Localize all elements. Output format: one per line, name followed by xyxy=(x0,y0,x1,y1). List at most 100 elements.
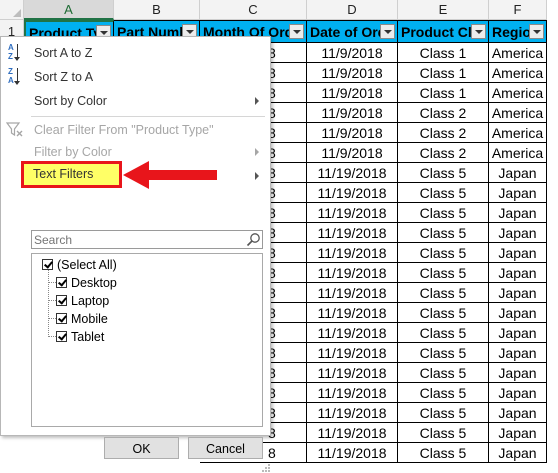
header-label: Product Cla xyxy=(401,24,480,40)
header-product-class[interactable]: Product Cla xyxy=(398,20,489,43)
column-letter-d[interactable]: D xyxy=(307,0,398,20)
cell-region[interactable]: Japan xyxy=(489,243,547,263)
cell-date-of-order[interactable]: 11/19/2018 xyxy=(307,203,398,223)
checkbox[interactable] xyxy=(56,331,67,342)
cell-date-of-order[interactable]: 11/19/2018 xyxy=(307,323,398,343)
sort-by-color-item[interactable]: Sort by Color xyxy=(1,89,269,113)
tree-guide xyxy=(48,300,56,301)
sort-z-to-a-item[interactable]: Z A Sort Z to A xyxy=(1,65,269,89)
cell-product-class[interactable]: Class 1 xyxy=(398,83,489,103)
clear-filter-icon xyxy=(5,122,24,138)
column-letter-b[interactable]: B xyxy=(114,0,200,20)
cell-date-of-order[interactable]: 11/9/2018 xyxy=(307,103,398,123)
column-letter-e[interactable]: E xyxy=(398,0,489,20)
cell-product-class[interactable]: Class 5 xyxy=(398,383,489,403)
cell-region[interactable]: Japan xyxy=(489,163,547,183)
cell-region[interactable]: Japan xyxy=(489,343,547,363)
cell-region[interactable]: Japan xyxy=(489,183,547,203)
search-field[interactable] xyxy=(31,230,263,249)
cell-product-class[interactable]: Class 1 xyxy=(398,63,489,83)
column-letter-c[interactable]: C xyxy=(200,0,307,20)
cell-date-of-order[interactable]: 11/19/2018 xyxy=(307,303,398,323)
filter-dropdown-button[interactable] xyxy=(380,24,395,39)
cell-date-of-order[interactable]: 11/9/2018 xyxy=(307,43,398,63)
cell-region[interactable]: Japan xyxy=(489,283,547,303)
cell-region[interactable]: America xyxy=(489,83,547,103)
cell-region[interactable]: America xyxy=(489,43,547,63)
cell-product-class[interactable]: Class 5 xyxy=(398,223,489,243)
cell-date-of-order[interactable]: 11/19/2018 xyxy=(307,403,398,423)
cell-region[interactable]: Japan xyxy=(489,323,547,343)
filter-value-label: Desktop xyxy=(71,276,117,290)
cell-product-class[interactable]: Class 5 xyxy=(398,263,489,283)
search-input[interactable] xyxy=(34,232,234,247)
cell-date-of-order[interactable]: 11/19/2018 xyxy=(307,283,398,303)
header-date-of-order[interactable]: Date of Ord xyxy=(307,20,398,43)
cell-product-class[interactable]: Class 5 xyxy=(398,203,489,223)
cell-region[interactable]: Japan xyxy=(489,363,547,383)
cell-date-of-order[interactable]: 11/19/2018 xyxy=(307,423,398,443)
checkbox[interactable] xyxy=(42,259,53,270)
checkbox[interactable] xyxy=(56,277,67,288)
cell-region[interactable]: Japan xyxy=(489,263,547,283)
cell-region[interactable]: America xyxy=(489,143,547,163)
cell-product-class[interactable]: Class 5 xyxy=(398,323,489,343)
ok-button[interactable]: OK xyxy=(104,437,179,459)
cell-region[interactable]: Japan xyxy=(489,403,547,423)
cell-product-class[interactable]: Class 5 xyxy=(398,283,489,303)
filter-dropdown-button[interactable] xyxy=(529,24,544,39)
cell-product-class[interactable]: Class 1 xyxy=(398,43,489,63)
cell-product-class[interactable]: Class 5 xyxy=(398,443,489,463)
cell-date-of-order[interactable]: 11/9/2018 xyxy=(307,63,398,83)
cell-date-of-order[interactable]: 11/19/2018 xyxy=(307,443,398,463)
cell-region[interactable]: Japan xyxy=(489,423,547,443)
cell-region[interactable]: America xyxy=(489,123,547,143)
text-filters-highlight[interactable]: Text Filters xyxy=(21,161,122,188)
cell-region[interactable]: America xyxy=(489,63,547,83)
clear-filter-item: Clear Filter From "Product Type" xyxy=(1,118,269,142)
cell-product-class[interactable]: Class 5 xyxy=(398,183,489,203)
cell-product-class[interactable]: Class 2 xyxy=(398,123,489,143)
annotation-arrow-icon xyxy=(123,161,217,189)
cell-date-of-order[interactable]: 11/19/2018 xyxy=(307,183,398,203)
resize-grip-icon[interactable] xyxy=(261,463,271,473)
cell-product-class[interactable]: Class 5 xyxy=(398,423,489,443)
cell-product-class[interactable]: Class 5 xyxy=(398,403,489,423)
cell-product-class[interactable]: Class 5 xyxy=(398,343,489,363)
cell-date-of-order[interactable]: 11/9/2018 xyxy=(307,143,398,163)
column-letter-a[interactable]: A xyxy=(24,0,114,20)
menu-label: Sort by Color xyxy=(34,94,107,108)
filter-values-list: (Select All) Desktop Laptop Mobile Table… xyxy=(31,253,263,427)
cell-region[interactable]: America xyxy=(489,103,547,123)
cell-region[interactable]: Japan xyxy=(489,383,547,403)
filter-dropdown-button[interactable] xyxy=(289,24,304,39)
cell-product-class[interactable]: Class 2 xyxy=(398,143,489,163)
cell-date-of-order[interactable]: 11/9/2018 xyxy=(307,83,398,103)
cell-product-class[interactable]: Class 5 xyxy=(398,163,489,183)
cancel-button[interactable]: Cancel xyxy=(188,437,263,459)
cell-date-of-order[interactable]: 11/19/2018 xyxy=(307,363,398,383)
cell-date-of-order[interactable]: 11/19/2018 xyxy=(307,263,398,283)
autofilter-dropdown: A Z Sort A to Z Z A Sort Z to A Sort by … xyxy=(0,36,271,472)
cell-date-of-order[interactable]: 11/19/2018 xyxy=(307,163,398,183)
cell-date-of-order[interactable]: 11/19/2018 xyxy=(307,343,398,363)
cell-product-class[interactable]: Class 5 xyxy=(398,303,489,323)
sort-a-to-z-item[interactable]: A Z Sort A to Z xyxy=(1,41,269,65)
filter-dropdown-button[interactable] xyxy=(471,24,486,39)
cell-region[interactable]: Japan xyxy=(489,443,547,463)
cell-region[interactable]: Japan xyxy=(489,303,547,323)
checkbox[interactable] xyxy=(56,313,67,324)
select-all-corner[interactable] xyxy=(0,0,24,20)
cell-product-class[interactable]: Class 2 xyxy=(398,103,489,123)
cell-region[interactable]: Japan xyxy=(489,203,547,223)
cell-date-of-order[interactable]: 11/9/2018 xyxy=(307,123,398,143)
cell-region[interactable]: Japan xyxy=(489,223,547,243)
cell-date-of-order[interactable]: 11/19/2018 xyxy=(307,243,398,263)
header-region[interactable]: Regio xyxy=(489,20,547,43)
cell-product-class[interactable]: Class 5 xyxy=(398,363,489,383)
cell-date-of-order[interactable]: 11/19/2018 xyxy=(307,223,398,243)
checkbox[interactable] xyxy=(56,295,67,306)
cell-date-of-order[interactable]: 11/19/2018 xyxy=(307,383,398,403)
cell-product-class[interactable]: Class 5 xyxy=(398,243,489,263)
column-letter-f[interactable]: F xyxy=(489,0,547,20)
